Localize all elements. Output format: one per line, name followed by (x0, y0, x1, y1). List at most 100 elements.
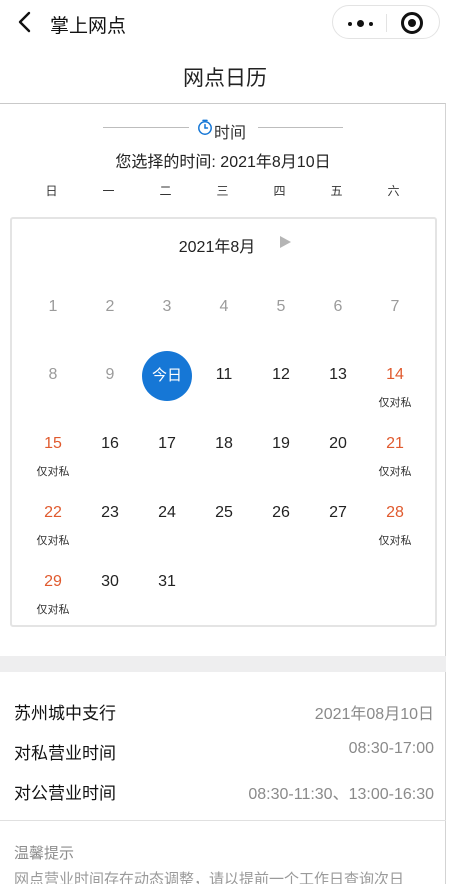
header-line-right (258, 127, 343, 128)
day-number: 4 (219, 298, 229, 315)
branch-row: 苏州城中支行 2021年08月10日 (12, 699, 434, 723)
tips-divider (0, 820, 446, 821)
close-target-icon[interactable] (401, 12, 423, 34)
day-number: 25 (215, 504, 233, 521)
navigation-bar: 掌上网点 (0, 0, 450, 44)
day-number: 1 (48, 298, 58, 315)
weekday-label: 日 (45, 184, 58, 198)
calendar-day[interactable]: 9 (85, 365, 135, 413)
calendar-day[interactable]: 20 (313, 434, 363, 482)
day-note: 仅对私 (378, 535, 412, 547)
calendar-day[interactable]: 16 (85, 434, 135, 482)
weekday-label: 六 (387, 184, 400, 198)
tips-title: 温馨提示 (14, 845, 75, 862)
day-number: 7 (390, 298, 400, 315)
day-number: 29 (44, 573, 62, 590)
selected-time-text: 您选择的时间: 2021年8月10日 (115, 154, 331, 171)
day-number: 20 (329, 435, 347, 452)
day-number: 3 (162, 298, 172, 315)
time-header-label: 时间 (214, 125, 247, 142)
weekday-label: 三 (216, 184, 229, 198)
day-number: 22 (44, 504, 62, 521)
calendar-day[interactable]: 1 (28, 297, 78, 345)
corporate-hours-value: 08:30-11:30、13:00-16:30 (248, 786, 434, 803)
calendar-day[interactable]: 29 仅对私 (28, 572, 78, 620)
calendar-day[interactable]: 3 (142, 297, 192, 345)
calendar-day[interactable]: 21 仅对私 (370, 434, 420, 482)
private-hours-value: 08:30-17:00 (348, 740, 434, 757)
day-number: 21 (386, 435, 404, 452)
day-number: 5 (276, 298, 286, 315)
calendar-day[interactable]: 11 (199, 365, 249, 413)
weekday-label: 一 (102, 184, 115, 198)
day-number: 8 (48, 366, 58, 383)
calendar-day[interactable]: 6 (313, 297, 363, 345)
calendar-day[interactable]: 25 (199, 503, 249, 551)
calendar-day[interactable]: 12 (256, 365, 306, 413)
private-hours-row: 对私营业时间 08:30-17:00 (12, 739, 434, 763)
calendar-day[interactable]: 28 仅对私 (370, 503, 420, 551)
calendar-day[interactable]: 31 (142, 572, 192, 620)
day-number: 19 (272, 435, 290, 452)
page-title: 网点日历 (183, 67, 267, 90)
day-number: 11 (215, 366, 233, 383)
day-number: 27 (329, 504, 347, 521)
day-number: 23 (101, 504, 119, 521)
day-number: 13 (329, 366, 347, 383)
calendar-day[interactable]: 27 (313, 503, 363, 551)
more-dots-icon[interactable] (343, 10, 379, 36)
weekday-label: 二 (159, 184, 172, 198)
calendar-day[interactable]: 15 仅对私 (28, 434, 78, 482)
day-number: 16 (101, 435, 119, 452)
calendar-day[interactable]: 13 (313, 365, 363, 413)
weekday-label: 四 (273, 184, 286, 198)
calendar-day[interactable]: 7 (370, 297, 420, 345)
calendar-day[interactable]: 22 仅对私 (28, 503, 78, 551)
day-number: 28 (386, 504, 404, 521)
day-number: 17 (158, 435, 176, 452)
day-number: 24 (158, 504, 176, 521)
month-title: 2021年8月 (178, 239, 256, 256)
calendar-day[interactable]: 23 (85, 503, 135, 551)
day-note: 仅对私 (378, 466, 412, 478)
tips-text: 网点营业时间存在动态调整，请以提前一个工作日查询次日 (14, 871, 405, 884)
calendar-day[interactable]: 26 (256, 503, 306, 551)
next-month-arrow-icon[interactable] (280, 236, 292, 248)
calendar-card: 2021年8月 1 2 3 4 5 6 7 8 9 今日 11 12 13 14 仅对私 15 仅对私 16 17 1… (10, 217, 437, 627)
calendar-day[interactable]: 5 (256, 297, 306, 345)
day-number: 14 (386, 366, 404, 383)
weekday-header: 日 一 二 三 四 五 六 (22, 182, 422, 200)
back-chevron-icon[interactable] (14, 10, 38, 34)
day-number: 2 (105, 298, 115, 315)
day-note: 仅对私 (36, 466, 70, 478)
day-number: 6 (333, 298, 343, 315)
today-highlight: 今日 (142, 351, 192, 401)
section-separator (0, 656, 446, 672)
mini-program-capsule (332, 5, 440, 39)
private-hours-label: 对私营业时间 (14, 744, 116, 763)
calendar-day[interactable]: 8 (28, 365, 78, 413)
calendar-day[interactable]: 2 (85, 297, 135, 345)
calendar-day[interactable]: 18 (199, 434, 249, 482)
day-note: 仅对私 (36, 535, 70, 547)
calendar-day[interactable]: 30 (85, 572, 135, 620)
day-number: 15 (44, 435, 62, 452)
nav-title: 掌上网点 (50, 16, 127, 37)
day-number: 9 (105, 366, 115, 383)
weekday-label: 五 (330, 184, 343, 198)
calendar-day[interactable]: 14 仅对私 (370, 365, 420, 413)
day-number: 31 (158, 573, 176, 590)
day-note: 仅对私 (36, 604, 70, 616)
capsule-divider (386, 14, 387, 32)
calendar-day[interactable]: 19 (256, 434, 306, 482)
branch-name: 苏州城中支行 (14, 704, 116, 723)
corporate-hours-label: 对公营业时间 (14, 784, 116, 803)
day-number: 26 (272, 504, 290, 521)
calendar-day[interactable]: 17 (142, 434, 192, 482)
calendar-day-today[interactable]: 今日 (142, 351, 192, 415)
calendar-day[interactable]: 4 (199, 297, 249, 345)
calendar-day[interactable]: 24 (142, 503, 192, 551)
time-header: 时间 (0, 115, 446, 142)
day-number: 30 (101, 573, 119, 590)
corporate-hours-row: 对公营业时间 08:30-11:30、13:00-16:30 (12, 779, 434, 803)
